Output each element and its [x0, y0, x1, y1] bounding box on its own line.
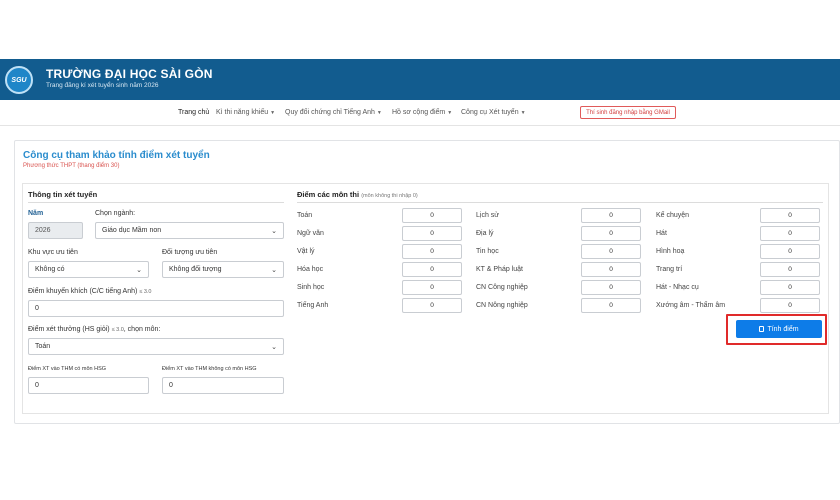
- subject-label: Hóa học: [297, 266, 324, 273]
- chevron-down-icon: ⌄: [136, 266, 142, 274]
- subject-label: Lịch sử: [476, 212, 499, 219]
- subject-label: KT & Pháp luật: [476, 266, 523, 273]
- subject-label: Tiếng Anh: [297, 302, 329, 309]
- xt-nohsg-input[interactable]: 0: [162, 377, 284, 394]
- caret-down-icon: ▼: [447, 110, 453, 116]
- subject-label: Sinh học: [297, 284, 325, 291]
- nav-item-home[interactable]: Trang chủ: [178, 109, 209, 116]
- chevron-down-icon: ⌄: [271, 266, 277, 274]
- subject-label: Ngữ văn: [297, 230, 324, 237]
- subject-label: Địa lý: [476, 230, 494, 237]
- award-label: Điểm xét thưởng (HS giỏi) ≤ 3.0, chọn mô…: [28, 326, 161, 333]
- info-section-divider: [28, 202, 284, 203]
- score-input-literature[interactable]: 0: [402, 226, 462, 241]
- score-input-math[interactable]: 0: [402, 208, 462, 223]
- xt-hsg-label: Điểm XT vào THM có môn HSG: [28, 366, 107, 372]
- region-label: Khu vực ưu tiên: [28, 249, 78, 256]
- subject-label: Tin học: [476, 248, 499, 255]
- score-input-biology[interactable]: 0: [402, 280, 462, 295]
- priority-select[interactable]: Không đối tượng ⌄: [162, 261, 284, 278]
- scores-section-divider: [297, 202, 823, 203]
- nav-item-bonus-profile[interactable]: Hồ sơ cộng điểm ▼: [392, 109, 452, 116]
- score-input-chemistry[interactable]: 0: [402, 262, 462, 277]
- gmail-login-button[interactable]: Thí sinh đăng nhập bằng GMail: [580, 106, 676, 119]
- score-input-informatics[interactable]: 0: [581, 244, 641, 259]
- nav-item-admission-tools[interactable]: Công cụ Xét tuyển ▼: [461, 109, 526, 116]
- caret-down-icon: ▼: [376, 110, 382, 116]
- university-logo[interactable]: SGU: [5, 66, 33, 94]
- score-input-geography[interactable]: 0: [581, 226, 641, 241]
- chevron-down-icon: ⌄: [271, 227, 277, 235]
- year-field: 2026: [28, 222, 83, 239]
- subject-label: Kể chuyện: [656, 212, 690, 219]
- encourage-input[interactable]: 0: [28, 300, 284, 317]
- score-input-decoration[interactable]: 0: [760, 262, 820, 277]
- region-select[interactable]: Không có ⌄: [28, 261, 149, 278]
- scores-section-title: Điểm các môn thi (môn không thi nhập 0): [297, 190, 418, 199]
- score-input-physics[interactable]: 0: [402, 244, 462, 259]
- score-input-storytelling[interactable]: 0: [760, 208, 820, 223]
- score-input-drawing[interactable]: 0: [760, 244, 820, 259]
- subject-label: Hát: [656, 230, 667, 237]
- award-subject-select[interactable]: Toán ⌄: [28, 338, 284, 355]
- score-input-english[interactable]: 0: [402, 298, 462, 313]
- score-input-economics-law[interactable]: 0: [581, 262, 641, 277]
- subject-label: Toán: [297, 212, 313, 219]
- tool-title: Công cụ tham khảo tính điểm xét tuyển: [23, 150, 210, 161]
- caret-down-icon: ▼: [270, 110, 276, 116]
- score-input-industrial-tech[interactable]: 0: [581, 280, 641, 295]
- subject-label: CN Nông nghiệp: [476, 302, 528, 309]
- caret-down-icon: ▼: [520, 110, 526, 116]
- highlight-box: [726, 314, 827, 345]
- tool-subtitle: Phương thức THPT (thang điểm 30): [23, 163, 120, 169]
- subject-label: Trang trí: [656, 266, 683, 273]
- subject-label: CN Công nghiệp: [476, 284, 528, 291]
- encourage-label: Điểm khuyến khích (C/C tiếng Anh) ≤ 3.0: [28, 288, 152, 295]
- subject-label: Vật lý: [297, 248, 315, 255]
- score-input-solfege[interactable]: 0: [760, 298, 820, 313]
- logo-text: SGU: [11, 76, 27, 84]
- score-input-singing[interactable]: 0: [760, 226, 820, 241]
- year-label: Năm: [28, 210, 44, 217]
- site-subtitle: Trang đăng kí xét tuyển sinh năm 2026: [46, 82, 159, 89]
- site-title[interactable]: TRƯỜNG ĐẠI HỌC SÀI GÒN: [46, 67, 213, 81]
- subject-label: Hình hoạ: [656, 248, 685, 255]
- major-select[interactable]: Giáo dục Mầm non ⌄: [95, 222, 284, 239]
- subject-label: Xướng âm - Thẩm âm: [656, 302, 726, 309]
- major-label: Chọn ngành:: [95, 210, 136, 217]
- priority-label: Đối tượng ưu tiên: [162, 249, 218, 256]
- subject-label: Hát - Nhạc cụ: [656, 284, 699, 291]
- xt-nohsg-label: Điểm XT vào THM không có môn HSG: [162, 366, 257, 372]
- xt-hsg-input[interactable]: 0: [28, 377, 149, 394]
- chevron-down-icon: ⌄: [271, 343, 277, 351]
- nav-item-aptitude-exam[interactable]: Kì thi năng khiếu ▼: [216, 109, 275, 116]
- score-input-singing-instrument[interactable]: 0: [760, 280, 820, 295]
- score-input-agricultural-tech[interactable]: 0: [581, 298, 641, 313]
- score-input-history[interactable]: 0: [581, 208, 641, 223]
- nav-item-english-cert[interactable]: Quy đổi chứng chỉ Tiếng Anh ▼: [285, 109, 382, 116]
- info-section-title: Thông tin xét tuyển: [28, 190, 98, 199]
